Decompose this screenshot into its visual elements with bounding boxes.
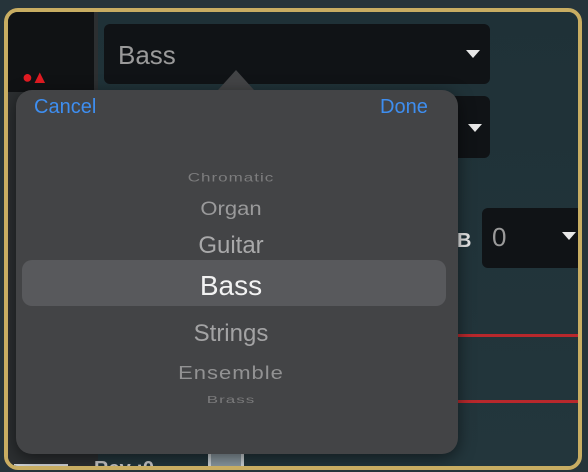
instrument-select[interactable]: Bass: [104, 24, 490, 84]
popover-arrow: [218, 70, 254, 90]
done-button[interactable]: Done: [380, 96, 428, 119]
triangle-down-icon: [562, 232, 576, 240]
reverb-slider-handle[interactable]: [208, 452, 244, 466]
picker-item[interactable]: Organ: [16, 198, 446, 221]
picker-item[interactable]: Ensemble: [16, 362, 446, 384]
reverb-label: Rev :0: [94, 458, 155, 470]
cancel-button[interactable]: Cancel: [34, 96, 96, 119]
picker-item[interactable]: Chromatic: [16, 171, 446, 185]
b-select-value: 0: [492, 222, 507, 252]
person-icon: ●▲: [22, 67, 49, 87]
track-line: [454, 334, 578, 337]
triangle-down-icon: [468, 124, 482, 132]
b-select[interactable]: 0: [482, 208, 578, 268]
track-line: [454, 400, 578, 403]
app-frame: ●▲ Bass B 0 Rev :0 Cancel Done Chromatic…: [4, 8, 582, 470]
left-panel-footer: [14, 464, 68, 466]
instrument-picker-wheel[interactable]: Chromatic Organ Guitar Bass Strings Ense…: [16, 142, 458, 422]
picker-item[interactable]: Strings: [16, 320, 446, 348]
picker-item[interactable]: Brass: [16, 394, 446, 406]
left-panel-header: [8, 12, 94, 92]
picker-item[interactable]: Guitar: [16, 232, 446, 260]
triangle-down-icon: [466, 50, 480, 58]
instrument-select-value: Bass: [118, 40, 176, 70]
b-select-label: B: [457, 230, 472, 252]
picker-item-selected[interactable]: Bass: [16, 270, 446, 302]
